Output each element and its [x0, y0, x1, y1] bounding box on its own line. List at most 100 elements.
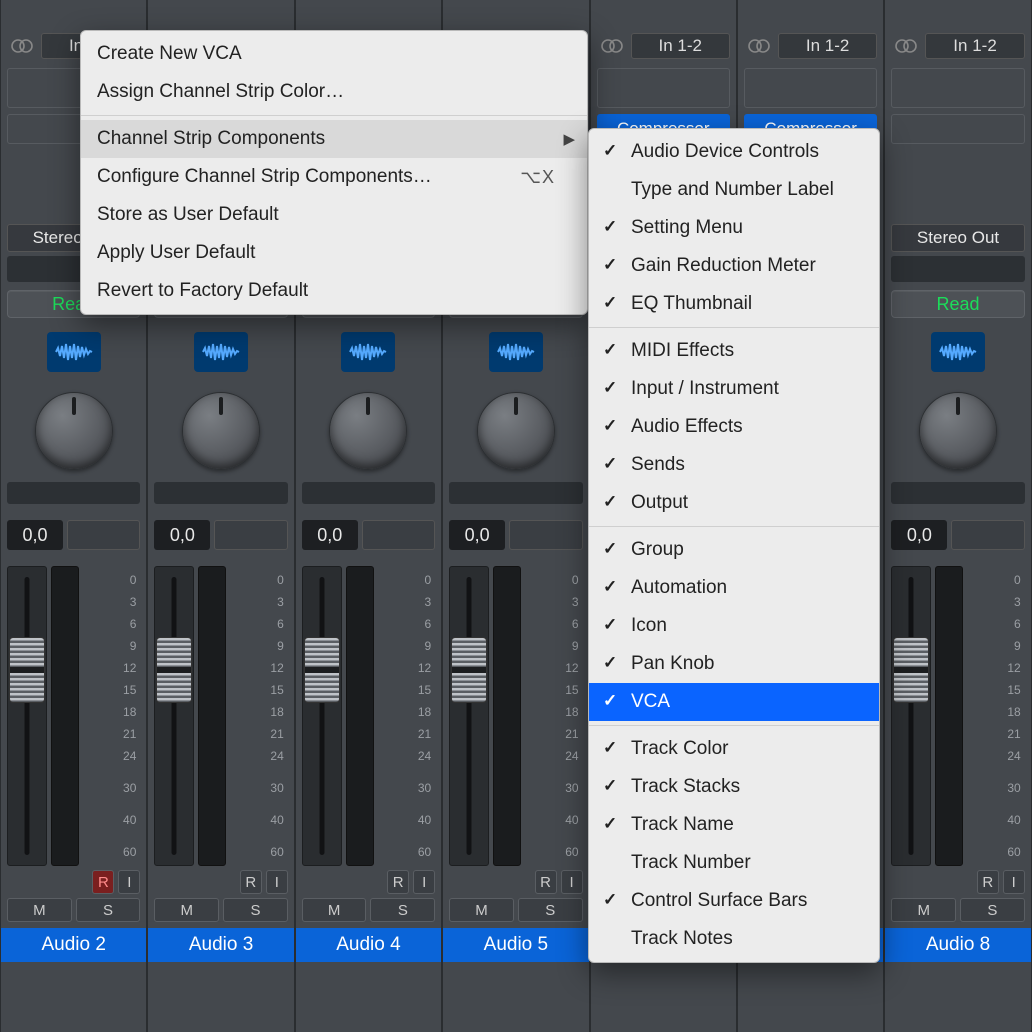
menu-item[interactable]: Create New VCA	[81, 35, 587, 73]
db-tick: 0	[521, 574, 578, 586]
record-enable-button[interactable]: R	[535, 870, 557, 894]
track-name-label[interactable]: Audio 3	[148, 928, 293, 962]
submenu-item[interactable]: ✓MIDI Effects	[589, 332, 879, 370]
input-monitor-button[interactable]: I	[561, 870, 583, 894]
submenu-item[interactable]: ✓Setting Menu	[589, 209, 879, 247]
vca-slot[interactable]	[7, 482, 140, 504]
submenu-item[interactable]: ✓Pan Knob	[589, 645, 879, 683]
input-monitor-button[interactable]: I	[1003, 870, 1025, 894]
submenu-item[interactable]: ✓VCA	[589, 683, 879, 721]
menu-item[interactable]: Channel Strip Components▶	[81, 120, 587, 158]
submenu-item[interactable]: ✓Track Color	[589, 730, 879, 768]
mute-button[interactable]: M	[449, 898, 514, 922]
record-enable-button[interactable]: R	[240, 870, 262, 894]
mute-button[interactable]: M	[7, 898, 72, 922]
pan-knob[interactable]	[477, 392, 555, 470]
submenu-item[interactable]: ✓Audio Effects	[589, 408, 879, 446]
output-routing-button[interactable]: Stereo Out	[891, 224, 1024, 252]
db-tick: 6	[226, 618, 283, 630]
submenu-item[interactable]: ✓Audio Device Controls	[589, 133, 879, 171]
submenu-item[interactable]: ✓EQ Thumbnail	[589, 285, 879, 323]
insert-slot[interactable]	[744, 68, 877, 108]
volume-fader[interactable]	[154, 566, 194, 866]
input-routing-button[interactable]: In 1-2	[631, 33, 730, 59]
automation-mode-button[interactable]: Read	[891, 290, 1024, 318]
balance-slider[interactable]	[362, 520, 435, 550]
submenu-item[interactable]: ✓Output	[589, 484, 879, 522]
submenu-item[interactable]: ✓Sends	[589, 446, 879, 484]
pan-knob[interactable]	[329, 392, 407, 470]
input-monitor-button[interactable]: I	[266, 870, 288, 894]
db-tick: 3	[374, 596, 431, 608]
track-icon[interactable]	[47, 332, 101, 372]
track-name-label[interactable]: Audio 5	[443, 928, 588, 962]
record-enable-button[interactable]: R	[387, 870, 409, 894]
db-tick: 21	[521, 728, 578, 740]
insert-slot[interactable]	[891, 114, 1024, 144]
track-icon[interactable]	[341, 332, 395, 372]
track-icon[interactable]	[931, 332, 985, 372]
submenu-item[interactable]: ✓Group	[589, 531, 879, 569]
submenu-item[interactable]: ✓Track Name	[589, 806, 879, 844]
db-tick: 12	[226, 662, 283, 674]
solo-button[interactable]: S	[76, 898, 141, 922]
submenu-item[interactable]: ✓Input / Instrument	[589, 370, 879, 408]
track-name-label[interactable]: Audio 8	[885, 928, 1030, 962]
submenu-item[interactable]: ✓Icon	[589, 607, 879, 645]
pan-knob[interactable]	[919, 392, 997, 470]
input-routing-button[interactable]: In 1-2	[925, 33, 1024, 59]
menu-item[interactable]: Revert to Factory Default	[81, 272, 587, 310]
input-routing-button[interactable]: In 1-2	[778, 33, 877, 59]
menu-item[interactable]: Assign Channel Strip Color…	[81, 73, 587, 111]
balance-slider[interactable]	[214, 520, 287, 550]
submenu-item-label: Output	[631, 492, 688, 514]
mute-button[interactable]: M	[302, 898, 367, 922]
track-name-label[interactable]: Audio 4	[296, 928, 441, 962]
submenu-arrow-icon: ▶	[563, 130, 575, 148]
solo-button[interactable]: S	[370, 898, 435, 922]
vca-slot[interactable]	[302, 482, 435, 504]
mute-button[interactable]: M	[891, 898, 956, 922]
submenu-item[interactable]: ✓Track Stacks	[589, 768, 879, 806]
mute-button[interactable]: M	[154, 898, 219, 922]
vca-slot[interactable]	[891, 482, 1024, 504]
record-enable-button[interactable]: R	[92, 870, 114, 894]
balance-slider[interactable]	[951, 520, 1024, 550]
menu-item[interactable]: Store as User Default	[81, 196, 587, 234]
volume-fader[interactable]	[891, 566, 931, 866]
input-monitor-button[interactable]: I	[413, 870, 435, 894]
submenu-item[interactable]: Type and Number Label	[589, 171, 879, 209]
solo-button[interactable]: S	[518, 898, 583, 922]
vca-slot[interactable]	[449, 482, 582, 504]
submenu-item[interactable]: ✓Control Surface Bars	[589, 882, 879, 920]
solo-button[interactable]: S	[960, 898, 1025, 922]
volume-fader[interactable]	[302, 566, 342, 866]
track-icon[interactable]	[489, 332, 543, 372]
db-tick: 0	[374, 574, 431, 586]
group-slot[interactable]	[891, 256, 1024, 282]
balance-slider[interactable]	[67, 520, 140, 550]
solo-button[interactable]: S	[223, 898, 288, 922]
submenu-item[interactable]: ✓Gain Reduction Meter	[589, 247, 879, 285]
pan-knob[interactable]	[182, 392, 260, 470]
submenu-item[interactable]: Track Notes	[589, 920, 879, 958]
pan-knob[interactable]	[35, 392, 113, 470]
submenu-item[interactable]: ✓Automation	[589, 569, 879, 607]
submenu-item[interactable]: Track Number	[589, 844, 879, 882]
menu-item[interactable]: Apply User Default	[81, 234, 587, 272]
balance-slider[interactable]	[509, 520, 582, 550]
volume-fader[interactable]	[449, 566, 489, 866]
db-tick: 15	[79, 684, 136, 696]
track-icon[interactable]	[194, 332, 248, 372]
vca-slot[interactable]	[154, 482, 287, 504]
submenu-item-label: Track Name	[631, 814, 734, 836]
submenu-item-label: EQ Thumbnail	[631, 293, 752, 315]
track-name-label[interactable]: Audio 2	[1, 928, 146, 962]
volume-fader[interactable]	[7, 566, 47, 866]
record-enable-button[interactable]: R	[977, 870, 999, 894]
submenu-item-label: Pan Knob	[631, 653, 714, 675]
insert-slot[interactable]	[891, 68, 1024, 108]
menu-item[interactable]: Configure Channel Strip Components…⌥X	[81, 158, 587, 196]
insert-slot[interactable]	[597, 68, 730, 108]
input-monitor-button[interactable]: I	[118, 870, 140, 894]
